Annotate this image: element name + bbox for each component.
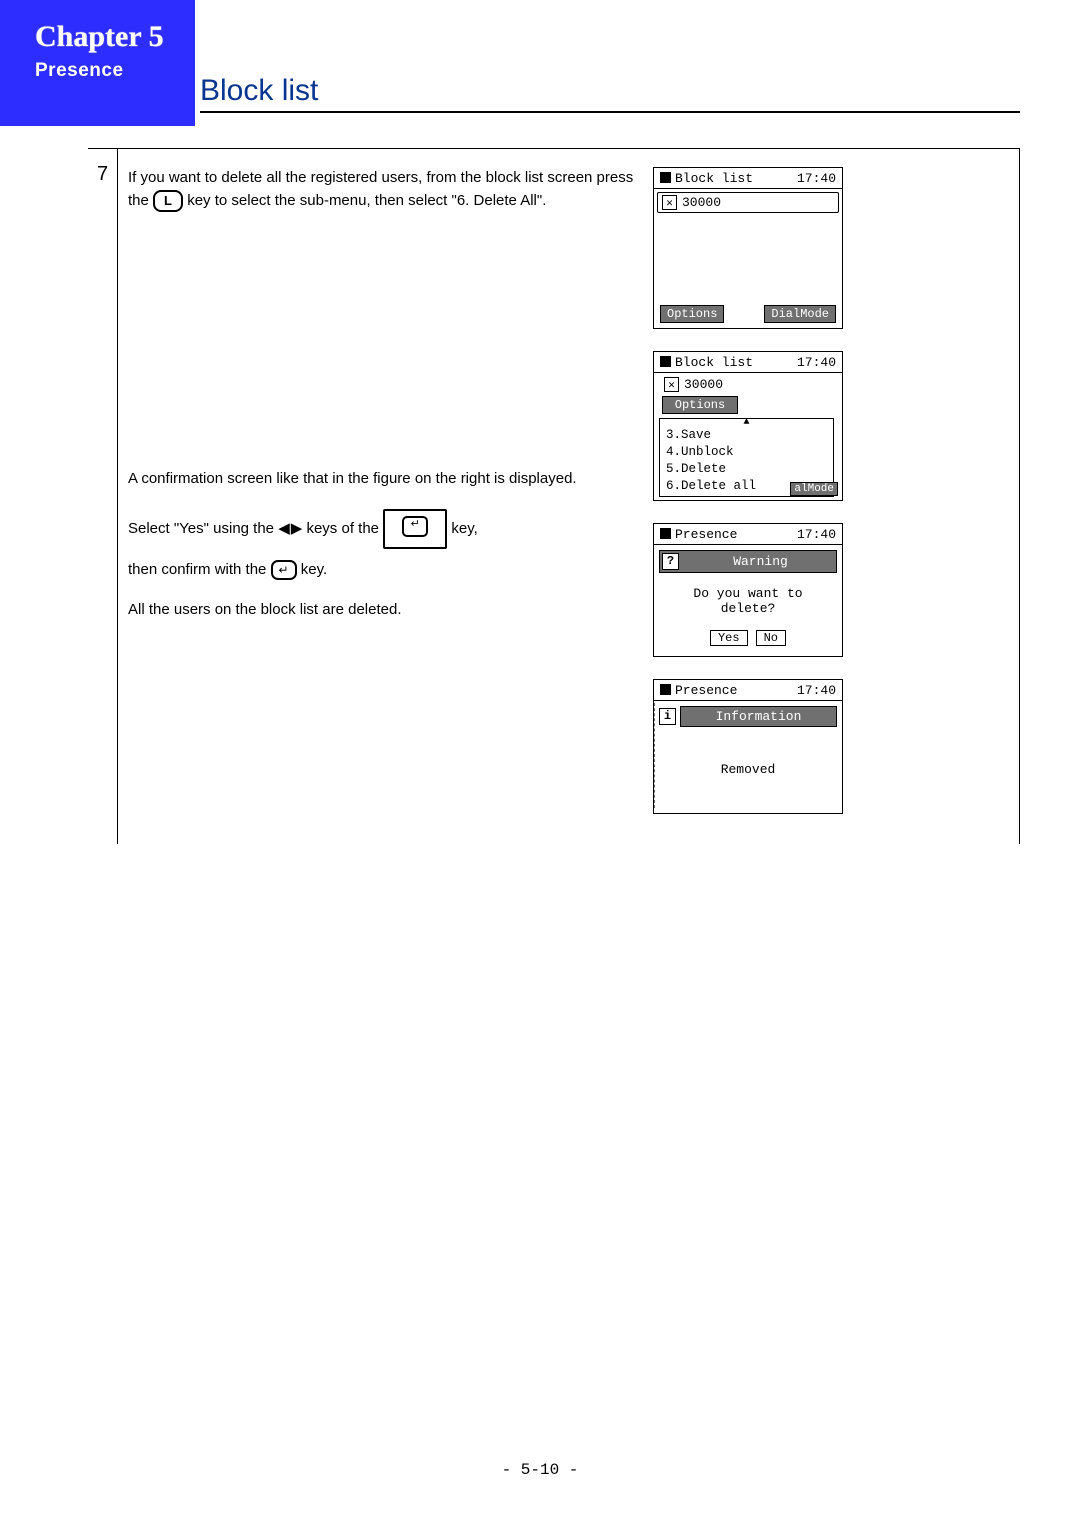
confirm-yes-button[interactable]: Yes [710, 630, 748, 646]
scr1-entry-row: ✕ 30000 [657, 192, 839, 213]
title-marker-icon [660, 356, 671, 367]
scr1-entry: 30000 [682, 195, 721, 210]
enter-key-icon: ↵ [271, 560, 297, 580]
confirm-no-button[interactable]: No [756, 630, 786, 646]
nav-enter-key-icon [383, 509, 447, 549]
page-title-wrap: Block list [200, 74, 1020, 113]
left-right-arrow-icon: ◀▶ [278, 521, 302, 536]
chapter-subtitle: Presence [35, 60, 195, 82]
almode-tag: alMode [790, 482, 838, 496]
menu-item-delete-all[interactable]: 6.Delete all [666, 479, 756, 493]
key-L-icon: L [153, 190, 183, 212]
warning-label: Warning [685, 554, 836, 569]
blocked-x-icon: ✕ [664, 377, 679, 392]
para3-mid: keys of the [306, 519, 383, 536]
page-title: Block list [200, 74, 1020, 108]
warning-bar: ? Warning [659, 550, 837, 573]
page-number: - 5-10 - [0, 1461, 1080, 1479]
chapter-line: Chapter 5 [35, 20, 195, 54]
title-marker-icon [660, 528, 671, 539]
softkey-options[interactable]: Options [660, 305, 724, 323]
title-marker-icon [660, 684, 671, 695]
confirm-prompt: Do you want to delete? [654, 578, 842, 624]
chapter-header: Chapter 5 Presence [0, 0, 195, 126]
screen-removed-info: Presence 17:40 i Information Removed [653, 679, 843, 814]
chapter-label: Chapter [35, 20, 141, 53]
screen-block-list-submenu: Block list 17:40 ✕ 30000 Options ▲ 3.Sav… [653, 351, 843, 501]
para1-post: key to select the sub-menu, then select … [187, 192, 546, 209]
title-marker-icon [660, 172, 671, 183]
scr2-entry: 30000 [684, 377, 723, 392]
menu-item-save[interactable]: 3.Save [666, 427, 827, 444]
softkey-dialmode[interactable]: DialMode [764, 305, 836, 323]
scr2-time: 17:40 [797, 355, 836, 370]
para2: A confirmation screen like that in the f… [128, 468, 653, 491]
para4-pre: then confirm with the [128, 561, 271, 578]
instruction-text: If you want to delete all the registered… [128, 167, 653, 814]
step-number: 7 [88, 149, 118, 844]
scr2-entry-row: ✕ 30000 [654, 373, 842, 396]
scr4-time: 17:40 [797, 683, 836, 698]
scr1-time: 17:40 [797, 171, 836, 186]
info-label: Information [680, 706, 837, 727]
removed-message: Removed [654, 732, 842, 813]
scr1-title: Block list [675, 171, 753, 186]
step-content: If you want to delete all the registered… [118, 149, 1019, 844]
prompt-line2: delete? [658, 601, 838, 616]
scr3-title: Presence [675, 527, 737, 542]
para4-post: key. [301, 561, 327, 578]
chapter-number: 5 [149, 20, 164, 53]
device-screens: Block list 17:40 ✕ 30000 Options DialMod… [653, 167, 1013, 814]
scroll-up-icon: ▲ [666, 419, 827, 427]
menu-item-unblock[interactable]: 4.Unblock [666, 444, 827, 461]
scr4-title: Presence [675, 683, 737, 698]
para3-post: key, [451, 519, 477, 536]
scr2-title: Block list [675, 355, 753, 370]
question-icon: ? [662, 553, 679, 570]
menu-item-delete[interactable]: 5.Delete [666, 461, 827, 478]
prompt-line1: Do you want to [658, 586, 838, 601]
scr3-time: 17:40 [797, 527, 836, 542]
softkey-options-expanded[interactable]: Options [662, 396, 738, 414]
screen-block-list-initial: Block list 17:40 ✕ 30000 Options DialMod… [653, 167, 843, 329]
para5: All the users on the block list are dele… [128, 599, 653, 622]
info-icon: i [659, 708, 676, 725]
para3-pre: Select "Yes" using the [128, 519, 278, 536]
screen-confirm-delete: Presence 17:40 ? Warning Do you want to … [653, 523, 843, 657]
step-table: 7 If you want to delete all the register… [88, 148, 1020, 844]
blocked-x-icon: ✕ [662, 195, 677, 210]
